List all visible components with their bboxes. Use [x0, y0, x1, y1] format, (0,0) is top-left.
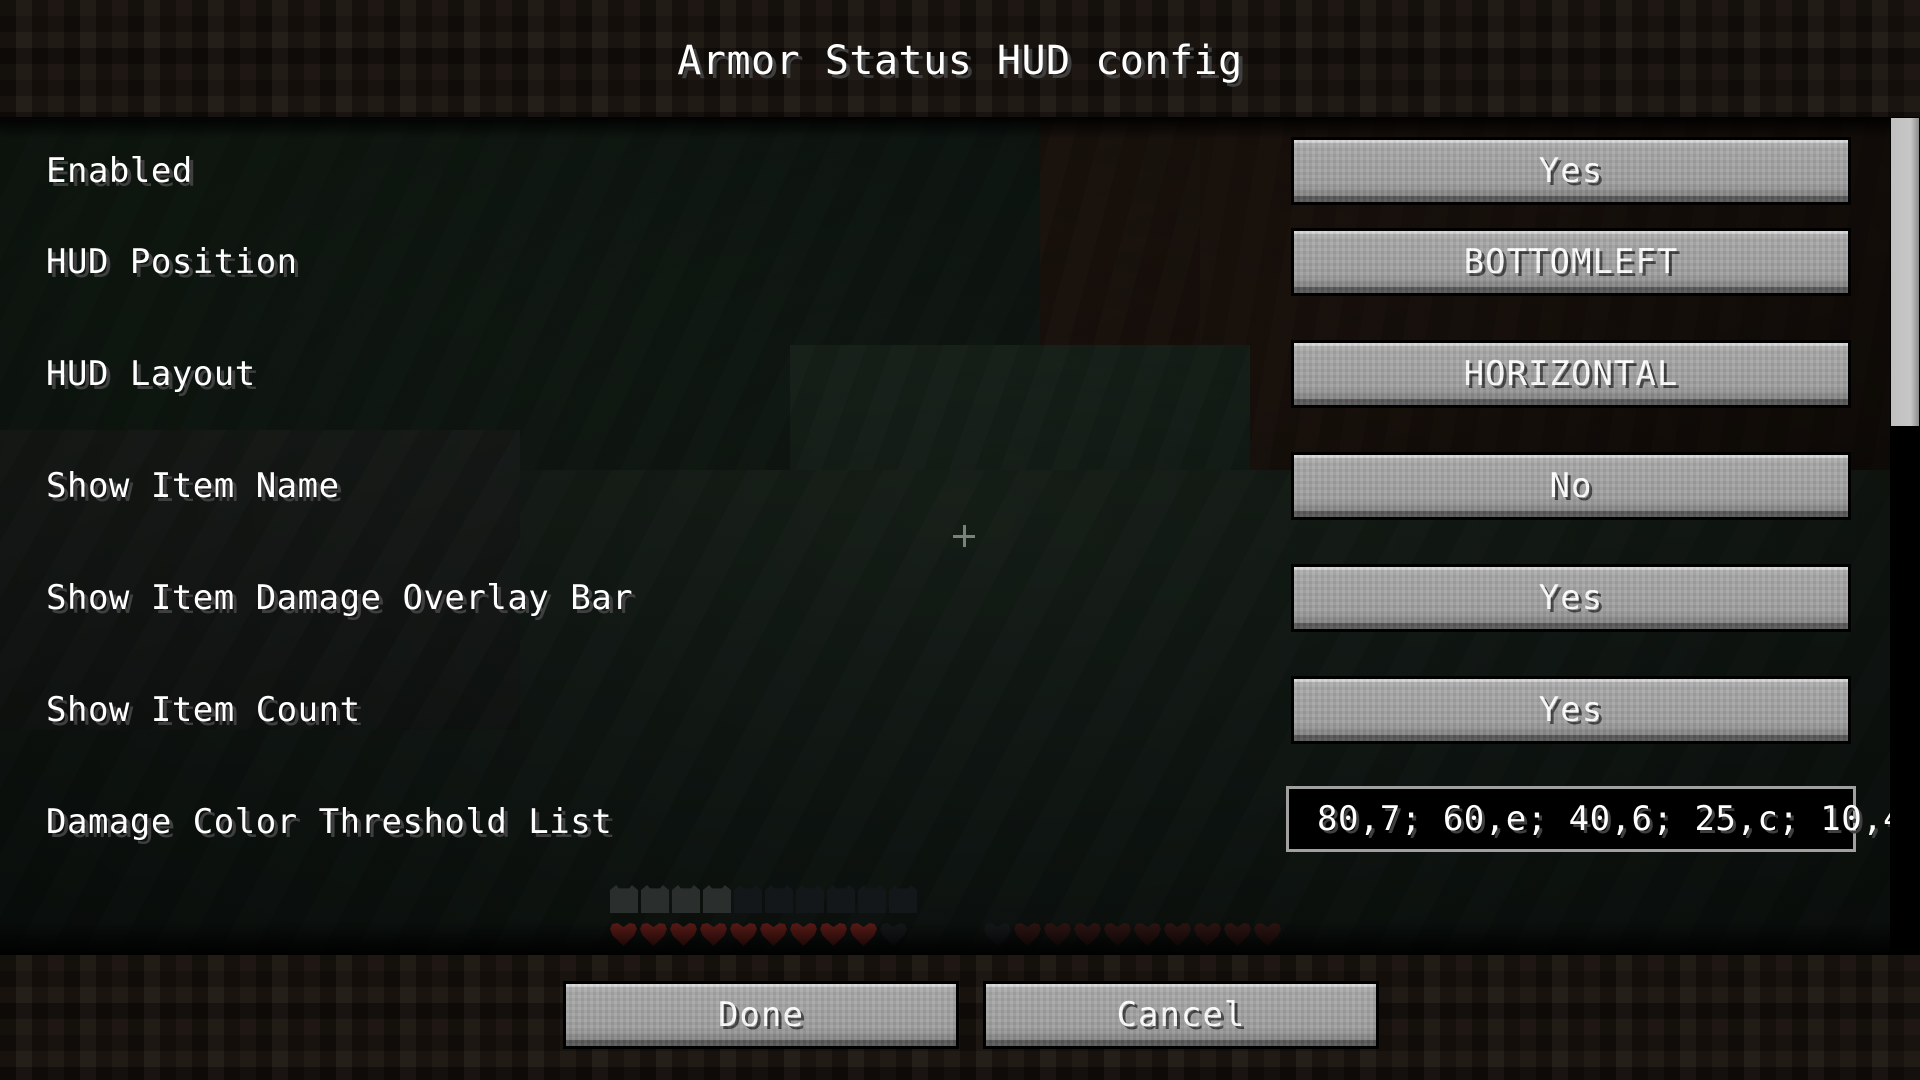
option-button-value: No [1549, 466, 1593, 506]
option-button-value: HORIZONTAL [1463, 354, 1679, 394]
option-label: HUD Layout [46, 354, 256, 394]
option-row-hud-layout: HUD Layout HORIZONTAL [0, 334, 1920, 418]
option-row-show-damage-overlay-bar: Show Item Damage Overlay Bar Yes [0, 558, 1920, 642]
scrollbar-thumb[interactable] [1891, 118, 1919, 426]
option-row-hud-position: HUD Position BOTTOMLEFT [0, 222, 1920, 306]
option-label: Damage Color Threshold List [46, 802, 613, 842]
option-button-enabled[interactable]: Yes [1291, 137, 1851, 205]
option-label: Show Item Damage Overlay Bar [46, 578, 634, 618]
damage-color-threshold-value: 80,7; 60,e; 40,6; 25,c; 10,4 [1317, 799, 1905, 839]
option-button-value: Yes [1538, 578, 1604, 618]
option-button-value: Yes [1538, 690, 1604, 730]
done-button-label: Done [718, 995, 804, 1035]
option-label: Show Item Name [46, 466, 340, 506]
option-row-damage-color-threshold-list: Damage Color Threshold List 80,7; 60,e; … [0, 782, 1920, 866]
option-button-hud-layout[interactable]: HORIZONTAL [1291, 340, 1851, 408]
options-list: Enabled Yes HUD Position BOTTOMLEFT HUD … [0, 117, 1920, 955]
option-button-show-item-count[interactable]: Yes [1291, 676, 1851, 744]
option-row-show-item-count: Show Item Count Yes [0, 670, 1920, 754]
damage-color-threshold-input[interactable]: 80,7; 60,e; 40,6; 25,c; 10,4 [1286, 786, 1904, 852]
page-title: Armor Status HUD config [677, 38, 1243, 84]
option-row-enabled: Enabled Yes [0, 131, 1920, 215]
option-button-hud-position[interactable]: BOTTOMLEFT [1291, 228, 1851, 296]
option-row-show-item-name: Show Item Name No [0, 446, 1920, 530]
option-button-show-damage-overlay-bar[interactable]: Yes [1291, 564, 1851, 632]
option-label: Enabled [46, 151, 193, 191]
option-button-value: BOTTOMLEFT [1463, 242, 1679, 282]
cancel-button[interactable]: Cancel [983, 981, 1379, 1049]
option-label: Show Item Count [46, 690, 361, 730]
option-button-show-item-name[interactable]: No [1291, 452, 1851, 520]
cancel-button-label: Cancel [1116, 995, 1246, 1035]
done-button[interactable]: Done [563, 981, 959, 1049]
footer-bar: Done Cancel [0, 955, 1920, 1080]
option-button-value: Yes [1538, 151, 1604, 191]
option-label: HUD Position [46, 242, 298, 282]
